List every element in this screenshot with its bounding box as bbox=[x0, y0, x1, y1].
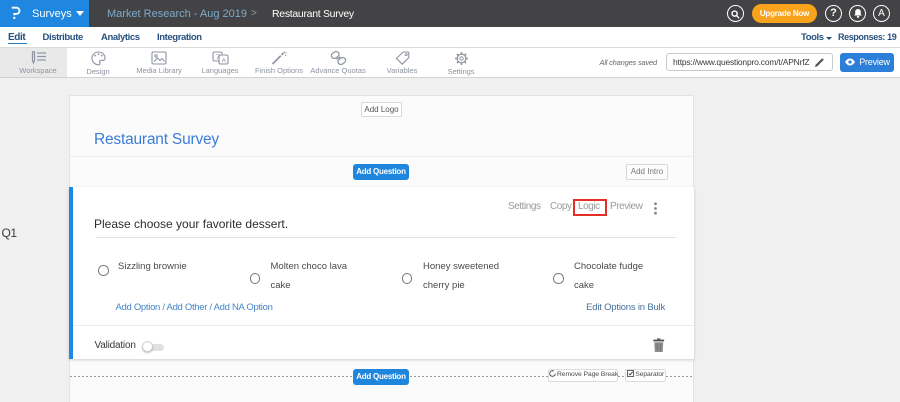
svg-text:A: A bbox=[221, 58, 226, 65]
svg-text:ア: ア bbox=[215, 54, 221, 61]
